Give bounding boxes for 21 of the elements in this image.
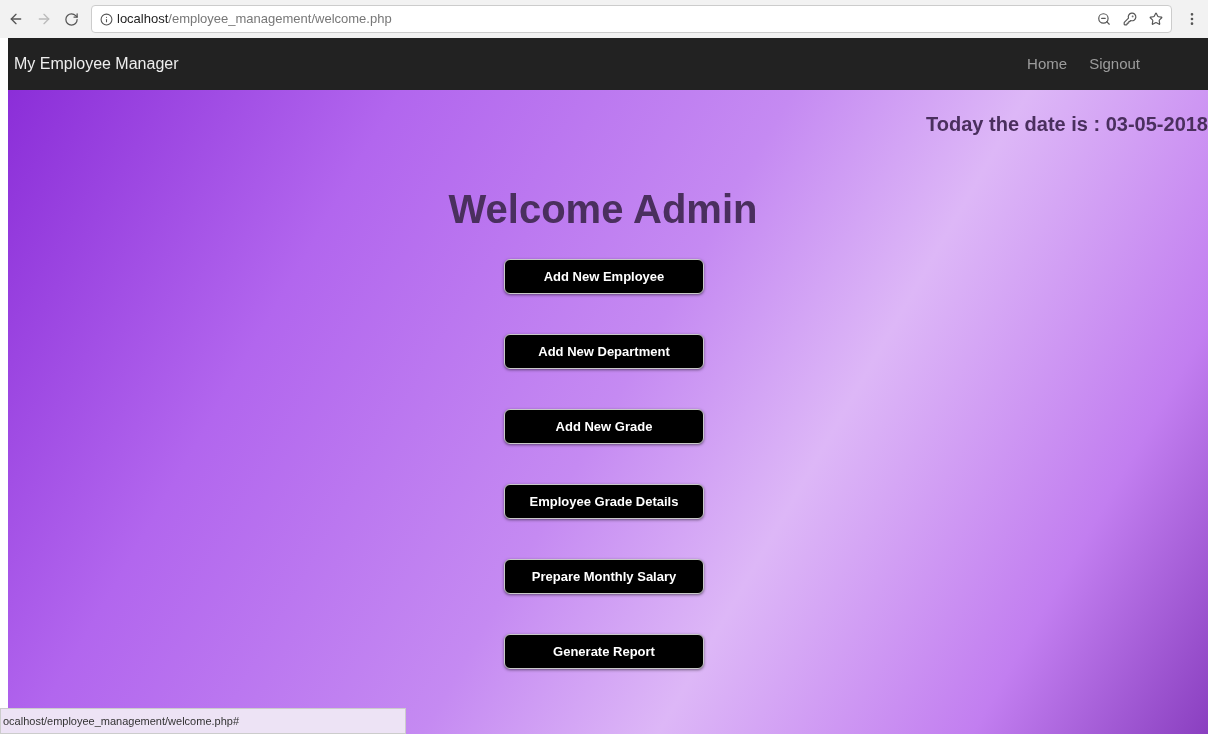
welcome-heading: Welcome Admin [448,186,758,233]
address-bar[interactable]: localhost/employee_management/welcome.php [91,5,1172,33]
key-icon[interactable] [1123,12,1137,26]
action-button[interactable]: Add New Department [504,334,704,369]
reload-icon[interactable] [64,11,79,27]
status-bubble: ocalhost/employee_management/welcome.php# [0,708,406,734]
action-button[interactable]: Add New Employee [504,259,704,294]
action-button[interactable]: Employee Grade Details [504,484,704,519]
bookmark-icon[interactable] [1149,12,1163,26]
back-icon[interactable] [8,11,24,27]
action-button[interactable]: Prepare Monthly Salary [504,559,704,594]
info-icon [100,12,113,26]
date-text: Today the date is : 03-05-2018 [926,113,1208,135]
nav-link[interactable]: Home [1027,52,1068,76]
brand-link[interactable]: My Employee Manager [14,52,179,76]
url-path: /employee_management/welcome.php [168,10,392,29]
action-button[interactable]: Add New Grade [504,409,704,444]
action-button[interactable]: Generate Report [504,634,704,669]
zoom-icon[interactable] [1097,12,1111,26]
nav-link[interactable]: Signout [1089,52,1140,76]
url-host: localhost [117,10,169,29]
